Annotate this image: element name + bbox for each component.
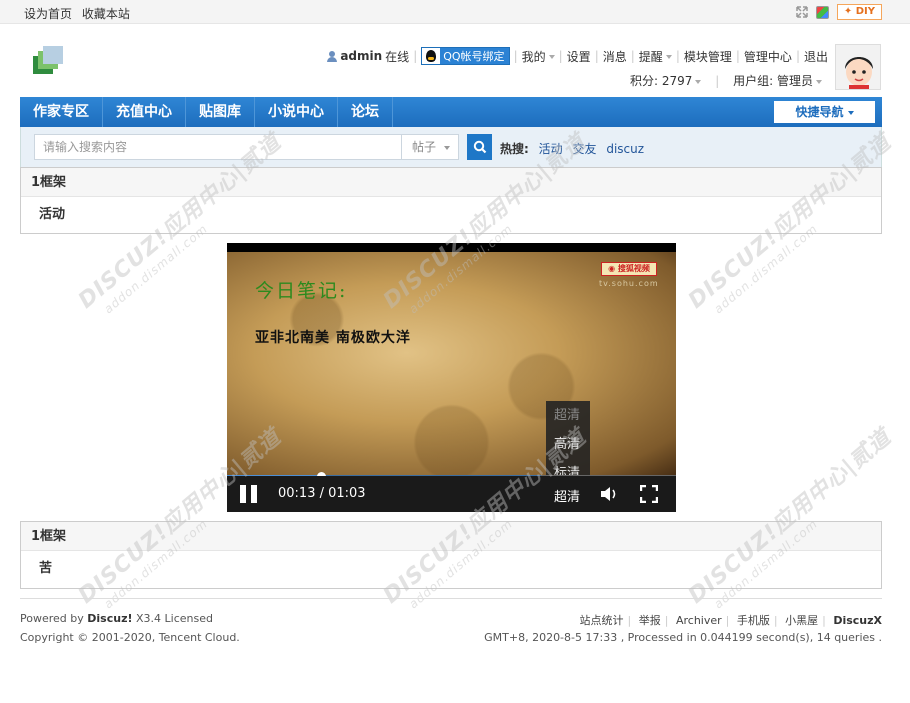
hot-search-label: 热搜:: [500, 142, 529, 156]
footer-link-mobile[interactable]: 手机版: [737, 614, 770, 627]
footer-links: 站点统计 | 举报 | Archiver | 手机版 | 小黑屋 | DiscuzX: [579, 614, 882, 627]
bookmark-link[interactable]: 收藏本站: [82, 7, 130, 21]
frame-content: 苦: [39, 561, 53, 576]
user-stats: 积分: 2797 | 用户组: 管理员: [630, 72, 822, 89]
search-input[interactable]: 请输入搜索内容: [34, 134, 402, 160]
top-toolbar: 设为首页 收藏本站 ✦ DIY: [0, 0, 910, 24]
video-note-title: 今日笔记:: [255, 280, 348, 302]
nav-item-novel-center[interactable]: 小说中心: [255, 97, 338, 127]
site-logo[interactable]: [33, 46, 63, 76]
main-nav: 作家专区 充值中心 贴图库 小说中心 论坛 快捷导航: [20, 97, 882, 127]
footer-link-archiver[interactable]: Archiver: [676, 614, 722, 627]
search-type-select[interactable]: 帖子: [402, 134, 459, 160]
avatar[interactable]: [835, 44, 881, 90]
expand-icon[interactable]: [796, 6, 808, 18]
frame-block-1: 1框架 活动: [20, 167, 882, 234]
nav-item-writer-zone[interactable]: 作家专区: [20, 97, 103, 127]
sohu-logo: ◉ 搜狐视频: [601, 262, 657, 276]
frame-content: 活动: [39, 207, 66, 222]
search-bar: 请输入搜索内容 帖子 热搜: 活动 交友 discuz: [20, 127, 882, 167]
volume-icon[interactable]: [600, 486, 618, 502]
reminders-menu[interactable]: 提醒: [639, 48, 672, 65]
logout-link[interactable]: 退出: [804, 48, 828, 65]
skin-icon[interactable]: [815, 5, 829, 19]
video-player[interactable]: 今日笔记: 亚非北南美 南极欧大洋 ◉ 搜狐视频 tv.sohu.com 超清 …: [227, 243, 676, 512]
chevron-down-icon: [816, 79, 822, 84]
footer-link-blacklist[interactable]: 小黑屋: [785, 614, 818, 627]
nav-item-gallery[interactable]: 贴图库: [186, 97, 255, 127]
diy-label: DIY: [855, 6, 875, 17]
hot-term-activity[interactable]: 活动: [539, 142, 563, 156]
admin-center-link[interactable]: 管理中心: [744, 48, 792, 65]
footer-brand-link[interactable]: DiscuzX: [833, 614, 882, 627]
copyright: Copyright © 2001-2020, Tencent Cloud.: [20, 631, 240, 644]
quick-nav-button[interactable]: 快捷导航: [774, 101, 875, 123]
chevron-down-icon: [695, 79, 702, 84]
frame-title: 1框架: [21, 522, 881, 551]
settings-link[interactable]: 设置: [567, 48, 591, 65]
quality-option-super[interactable]: 超清: [546, 401, 590, 430]
online-status[interactable]: 在线: [385, 48, 409, 65]
chevron-down-icon: [548, 55, 555, 59]
video-note-text: 亚非北南美 南极欧大洋: [255, 330, 411, 346]
footer-link-report[interactable]: 举报: [639, 614, 661, 627]
chevron-down-icon: [847, 110, 854, 115]
qq-icon: [422, 48, 441, 64]
messages-link[interactable]: 消息: [603, 48, 627, 65]
powered-by: Powered by Discuz! X3.4 Licensed: [20, 612, 213, 625]
hot-term-discuz[interactable]: discuz: [606, 142, 644, 156]
fullscreen-icon[interactable]: [639, 484, 659, 504]
video-screen[interactable]: 今日笔记: 亚非北南美 南极欧大洋 ◉ 搜狐视频 tv.sohu.com 超清 …: [227, 252, 676, 488]
frame-block-2: 1框架 苦: [20, 521, 882, 589]
quality-button[interactable]: 超清: [554, 486, 580, 505]
pause-icon[interactable]: [240, 485, 258, 503]
nav-item-forum[interactable]: 论坛: [338, 97, 393, 127]
quality-option-high[interactable]: 高清: [546, 430, 590, 459]
module-manage-link[interactable]: 模块管理: [684, 48, 732, 65]
points-menu[interactable]: 积分: 2797: [630, 74, 702, 88]
usergroup-menu[interactable]: 用户组: 管理员: [733, 74, 822, 88]
nav-item-recharge[interactable]: 充值中心: [103, 97, 186, 127]
hot-term-friends[interactable]: 交友: [572, 142, 596, 156]
set-home-link[interactable]: 设为首页: [24, 7, 72, 21]
toolbar-right: ✦ DIY: [796, 4, 882, 20]
footer-stats: GMT+8, 2020-8-5 17:33 , Processed in 0.0…: [484, 631, 882, 644]
search-icon: [473, 140, 486, 154]
diy-button[interactable]: ✦ DIY: [836, 4, 882, 20]
user-info-bar: admin 在线 | QQ帐号绑定 | 我的 | 设置 | 消息 | 提醒 | …: [327, 47, 828, 65]
video-time: 00:13 / 01:03: [278, 486, 366, 501]
hot-search: 热搜: 活动 交友 discuz: [500, 140, 650, 157]
footer-divider: [20, 598, 882, 599]
brand-url: tv.sohu.com: [599, 279, 659, 288]
qq-bind-label: QQ帐号绑定: [443, 50, 505, 63]
video-controls: 00:13 / 01:03 超清: [227, 476, 676, 512]
user-icon: [327, 50, 338, 62]
quick-nav-label: 快捷导航: [795, 105, 844, 119]
footer-link-stats[interactable]: 站点统计: [580, 614, 624, 627]
chevron-down-icon: [444, 145, 451, 150]
my-menu[interactable]: 我的: [522, 48, 555, 65]
qq-bind-button[interactable]: QQ帐号绑定: [421, 47, 510, 65]
chevron-down-icon: [665, 55, 672, 59]
search-button[interactable]: [467, 134, 492, 160]
frame-title: 1框架: [21, 168, 881, 197]
discuz-link[interactable]: Discuz!: [87, 612, 132, 625]
toolbar-left: 设为首页 收藏本站: [24, 5, 136, 22]
username-link[interactable]: admin: [340, 49, 382, 63]
